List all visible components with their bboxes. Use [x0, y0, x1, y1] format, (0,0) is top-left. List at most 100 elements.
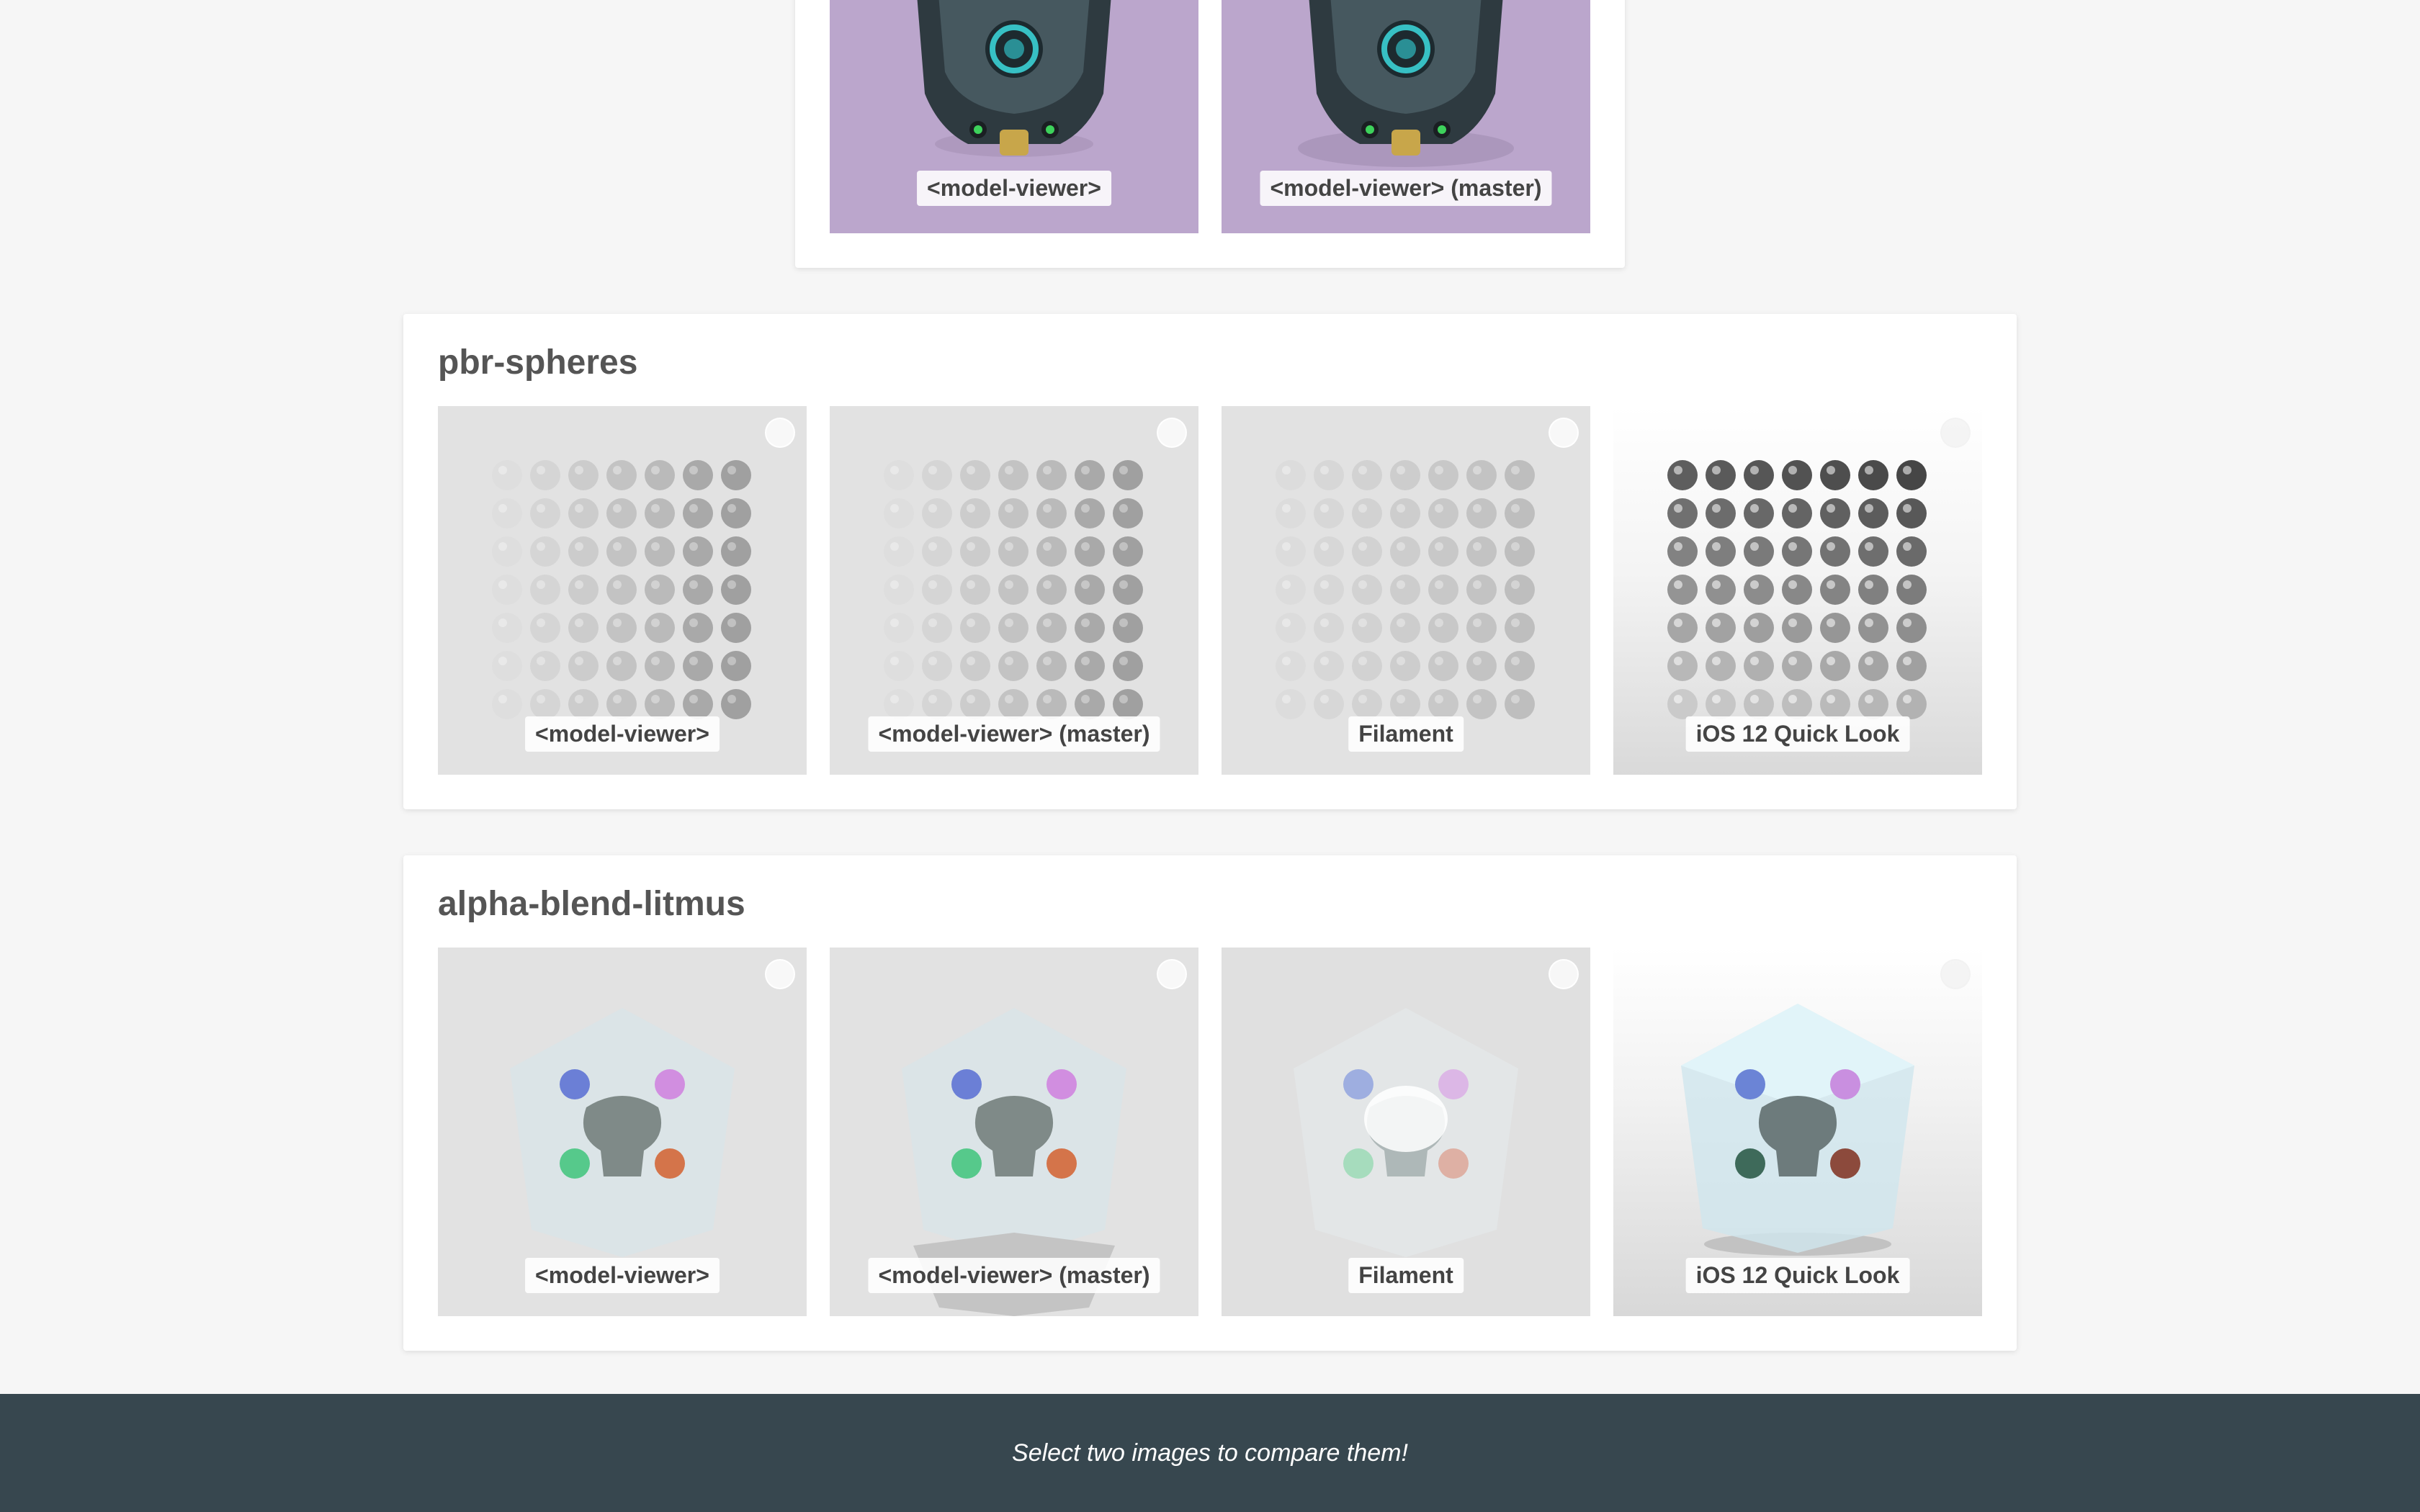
sphere-highlight: [575, 580, 583, 589]
sphere: [645, 575, 675, 605]
sphere: [922, 575, 952, 605]
sphere-highlight: [1674, 466, 1682, 474]
sphere: [1466, 613, 1497, 643]
sphere: [1706, 689, 1736, 719]
sphere: [1276, 575, 1306, 605]
sphere: [1075, 498, 1105, 528]
comparison-tile[interactable]: iOS 12 Quick Look: [1613, 948, 1982, 1316]
sphere: [1390, 613, 1420, 643]
sphere-highlight: [890, 466, 899, 474]
sphere-highlight: [537, 580, 545, 589]
sphere-highlight: [727, 695, 736, 703]
sphere-highlight: [1320, 657, 1329, 665]
sphere: [1390, 689, 1420, 719]
sphere-highlight: [890, 657, 899, 665]
sphere-highlight: [575, 695, 583, 703]
sphere-highlight: [727, 580, 736, 589]
sphere-highlight: [537, 695, 545, 703]
sphere-highlight: [1320, 542, 1329, 551]
comparison-tile[interactable]: <model-viewer> (master): [830, 948, 1198, 1316]
select-checkbox[interactable]: [1940, 959, 1971, 989]
select-checkbox[interactable]: [1157, 418, 1187, 448]
sphere-highlight: [1397, 504, 1405, 513]
sphere: [683, 575, 713, 605]
sphere-highlight: [1511, 466, 1520, 474]
comparison-tile[interactable]: <model-viewer> (master): [830, 406, 1198, 775]
sphere: [721, 536, 751, 567]
sphere: [1314, 613, 1344, 643]
sphere-highlight: [689, 542, 698, 551]
sphere: [1352, 575, 1382, 605]
comparison-tile[interactable]: <model-viewer>: [830, 0, 1198, 233]
tile-label: Filament: [1348, 716, 1464, 752]
sphere-highlight: [1712, 466, 1721, 474]
sphere-highlight: [1903, 542, 1912, 551]
sphere-highlight: [1473, 580, 1482, 589]
sphere-highlight: [928, 504, 937, 513]
sphere-highlight: [1712, 618, 1721, 627]
sphere: [606, 498, 637, 528]
sphere: [568, 575, 599, 605]
sphere-highlight: [1397, 580, 1405, 589]
sphere: [606, 651, 637, 681]
sphere: [1075, 460, 1105, 490]
comparison-tile[interactable]: Filament: [1222, 948, 1590, 1316]
sphere: [1782, 651, 1812, 681]
select-checkbox[interactable]: [1549, 959, 1579, 989]
sphere: [1858, 460, 1888, 490]
sphere-highlight: [928, 580, 937, 589]
sphere-highlight: [1827, 580, 1835, 589]
sphere: [1075, 613, 1105, 643]
sphere-highlight: [1081, 580, 1090, 589]
sphere: [683, 536, 713, 567]
comparison-tile[interactable]: Filament: [1222, 406, 1590, 775]
sphere: [530, 498, 560, 528]
sphere: [1390, 498, 1420, 528]
select-checkbox[interactable]: [765, 418, 795, 448]
sphere: [1352, 536, 1382, 567]
sphere: [1352, 689, 1382, 719]
sphere-highlight: [1750, 657, 1759, 665]
sphere: [1782, 498, 1812, 528]
tile-label: <model-viewer>: [525, 716, 720, 752]
select-checkbox[interactable]: [1157, 959, 1187, 989]
sphere-highlight: [1473, 542, 1482, 551]
sphere-highlight: [575, 466, 583, 474]
select-checkbox[interactable]: [1549, 418, 1579, 448]
sphere: [530, 575, 560, 605]
sphere: [1782, 460, 1812, 490]
sphere: [998, 613, 1028, 643]
sphere-highlight: [1674, 580, 1682, 589]
sphere: [645, 498, 675, 528]
comparison-tile[interactable]: <model-viewer>: [438, 406, 807, 775]
sphere-highlight: [1119, 504, 1128, 513]
select-checkbox[interactable]: [1940, 418, 1971, 448]
comparison-tile[interactable]: iOS 12 Quick Look: [1613, 406, 1982, 775]
sphere-highlight: [1750, 466, 1759, 474]
comparison-tile[interactable]: <model-viewer> (master): [1222, 0, 1590, 233]
sphere: [606, 689, 637, 719]
sphere: [492, 460, 522, 490]
sphere-highlight: [1750, 504, 1759, 513]
sphere-highlight: [1788, 618, 1797, 627]
sphere-highlight: [1511, 657, 1520, 665]
sphere-highlight: [1358, 657, 1367, 665]
sphere: [721, 689, 751, 719]
sphere-highlight: [1358, 466, 1367, 474]
tile-label: Filament: [1348, 1258, 1464, 1293]
select-checkbox[interactable]: [765, 959, 795, 989]
sphere-highlight: [1005, 466, 1013, 474]
sphere: [1706, 536, 1736, 567]
sphere-highlight: [967, 542, 975, 551]
sphere-highlight: [498, 695, 507, 703]
comparison-tile[interactable]: <model-viewer>: [438, 948, 807, 1316]
sphere: [1505, 460, 1535, 490]
sphere: [1276, 498, 1306, 528]
sphere-highlight: [575, 504, 583, 513]
sphere: [721, 460, 751, 490]
sphere-highlight: [1903, 580, 1912, 589]
sphere: [683, 613, 713, 643]
sphere-highlight: [890, 580, 899, 589]
sphere: [1706, 613, 1736, 643]
sphere: [1428, 689, 1458, 719]
